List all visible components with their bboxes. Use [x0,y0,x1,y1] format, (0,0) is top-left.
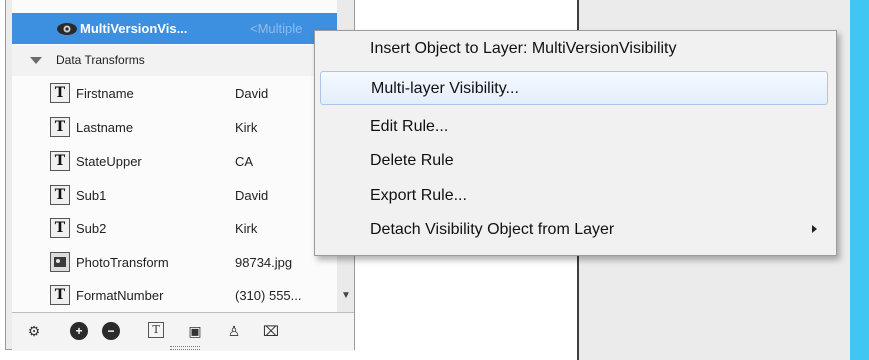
layer-row[interactable]: PhotoTransform 98734.jpg [12,247,337,278]
layer-value: David [235,188,269,203]
menu-item-multi-layer-visibility[interactable]: Multi-layer Visibility... [320,71,828,105]
text-transform-icon: T [50,218,70,238]
layer-row[interactable]: T Firstname David [12,78,337,109]
layer-name: StateUpper [76,154,142,169]
group-row-data-transforms[interactable]: Data Transforms [12,45,337,76]
text-transform-icon: T [50,83,70,103]
remove-icon[interactable]: − [102,322,120,340]
layers-toolbar: ⚙ + − T ▣ ♙ ⌧ [12,312,354,351]
context-menu: Insert Object to Layer: MultiVersionVisi… [314,30,837,256]
menu-item-edit-rule[interactable]: Edit Rule... [370,110,448,144]
layer-value: Kirk [235,120,258,135]
layer-row-partial[interactable] [12,0,337,13]
stage-edge-accent [850,0,869,360]
submenu-arrow-icon [812,225,817,233]
layer-row[interactable]: T StateUpper CA [12,146,337,177]
image-icon[interactable]: ▣ [186,322,204,340]
layer-row[interactable]: T Sub2 Kirk [12,213,337,244]
layer-name: MultiVersionVis... [80,21,188,36]
menu-item-insert-object[interactable]: Insert Object to Layer: MultiVersionVisi… [370,32,677,66]
menu-item-export-rule[interactable]: Export Rule... [370,179,467,213]
layer-row[interactable]: T Sub1 David [12,180,337,211]
add-icon[interactable]: + [70,322,88,340]
layer-row[interactable]: T Lastname Kirk [12,112,337,143]
layer-row[interactable]: T FormatNumber (310) 555... [12,280,337,311]
group-label: Data Transforms [56,53,145,67]
paint-icon[interactable]: ♙ [225,322,243,340]
text-transform-icon: T [50,117,70,137]
layers-list: MultiVersionVis... <Multiple Data Transf… [12,0,338,312]
expand-triangle-icon[interactable] [30,57,42,64]
text-transform-icon: T [50,151,70,171]
text-transform-icon: T [50,285,70,305]
scroll-down-arrow-icon[interactable]: ▼ [341,290,351,301]
layer-value: CA [235,154,254,169]
layer-name: Firstname [76,86,134,101]
layer-row-selected[interactable]: MultiVersionVis... <Multiple [12,13,337,44]
layer-name: Lastname [76,120,134,135]
text-icon[interactable]: T [148,322,164,338]
layer-name: PhotoTransform [76,255,169,270]
layer-value: <Multiple [250,21,303,36]
text-transform-icon: T [50,185,70,205]
gear-icon[interactable]: ⚙ [25,322,43,340]
layers-panel: MultiVersionVis... <Multiple Data Transf… [5,0,355,351]
trash-icon[interactable]: ⌧ [262,322,280,340]
layer-value: (310) 555... [235,288,302,303]
layer-name: Sub1 [76,188,107,203]
layer-value: 98734.jpg [235,255,293,270]
layer-value: Kirk [235,221,258,236]
layer-name: Sub2 [76,221,107,236]
layer-name: FormatNumber [76,288,164,303]
menu-item-detach-visibility[interactable]: Detach Visibility Object from Layer [370,213,614,247]
photo-transform-icon [50,252,70,272]
layer-value: David [235,86,269,101]
visibility-eye-icon [57,23,77,35]
resize-grip[interactable] [170,346,200,350]
menu-item-delete-rule[interactable]: Delete Rule [370,144,454,178]
